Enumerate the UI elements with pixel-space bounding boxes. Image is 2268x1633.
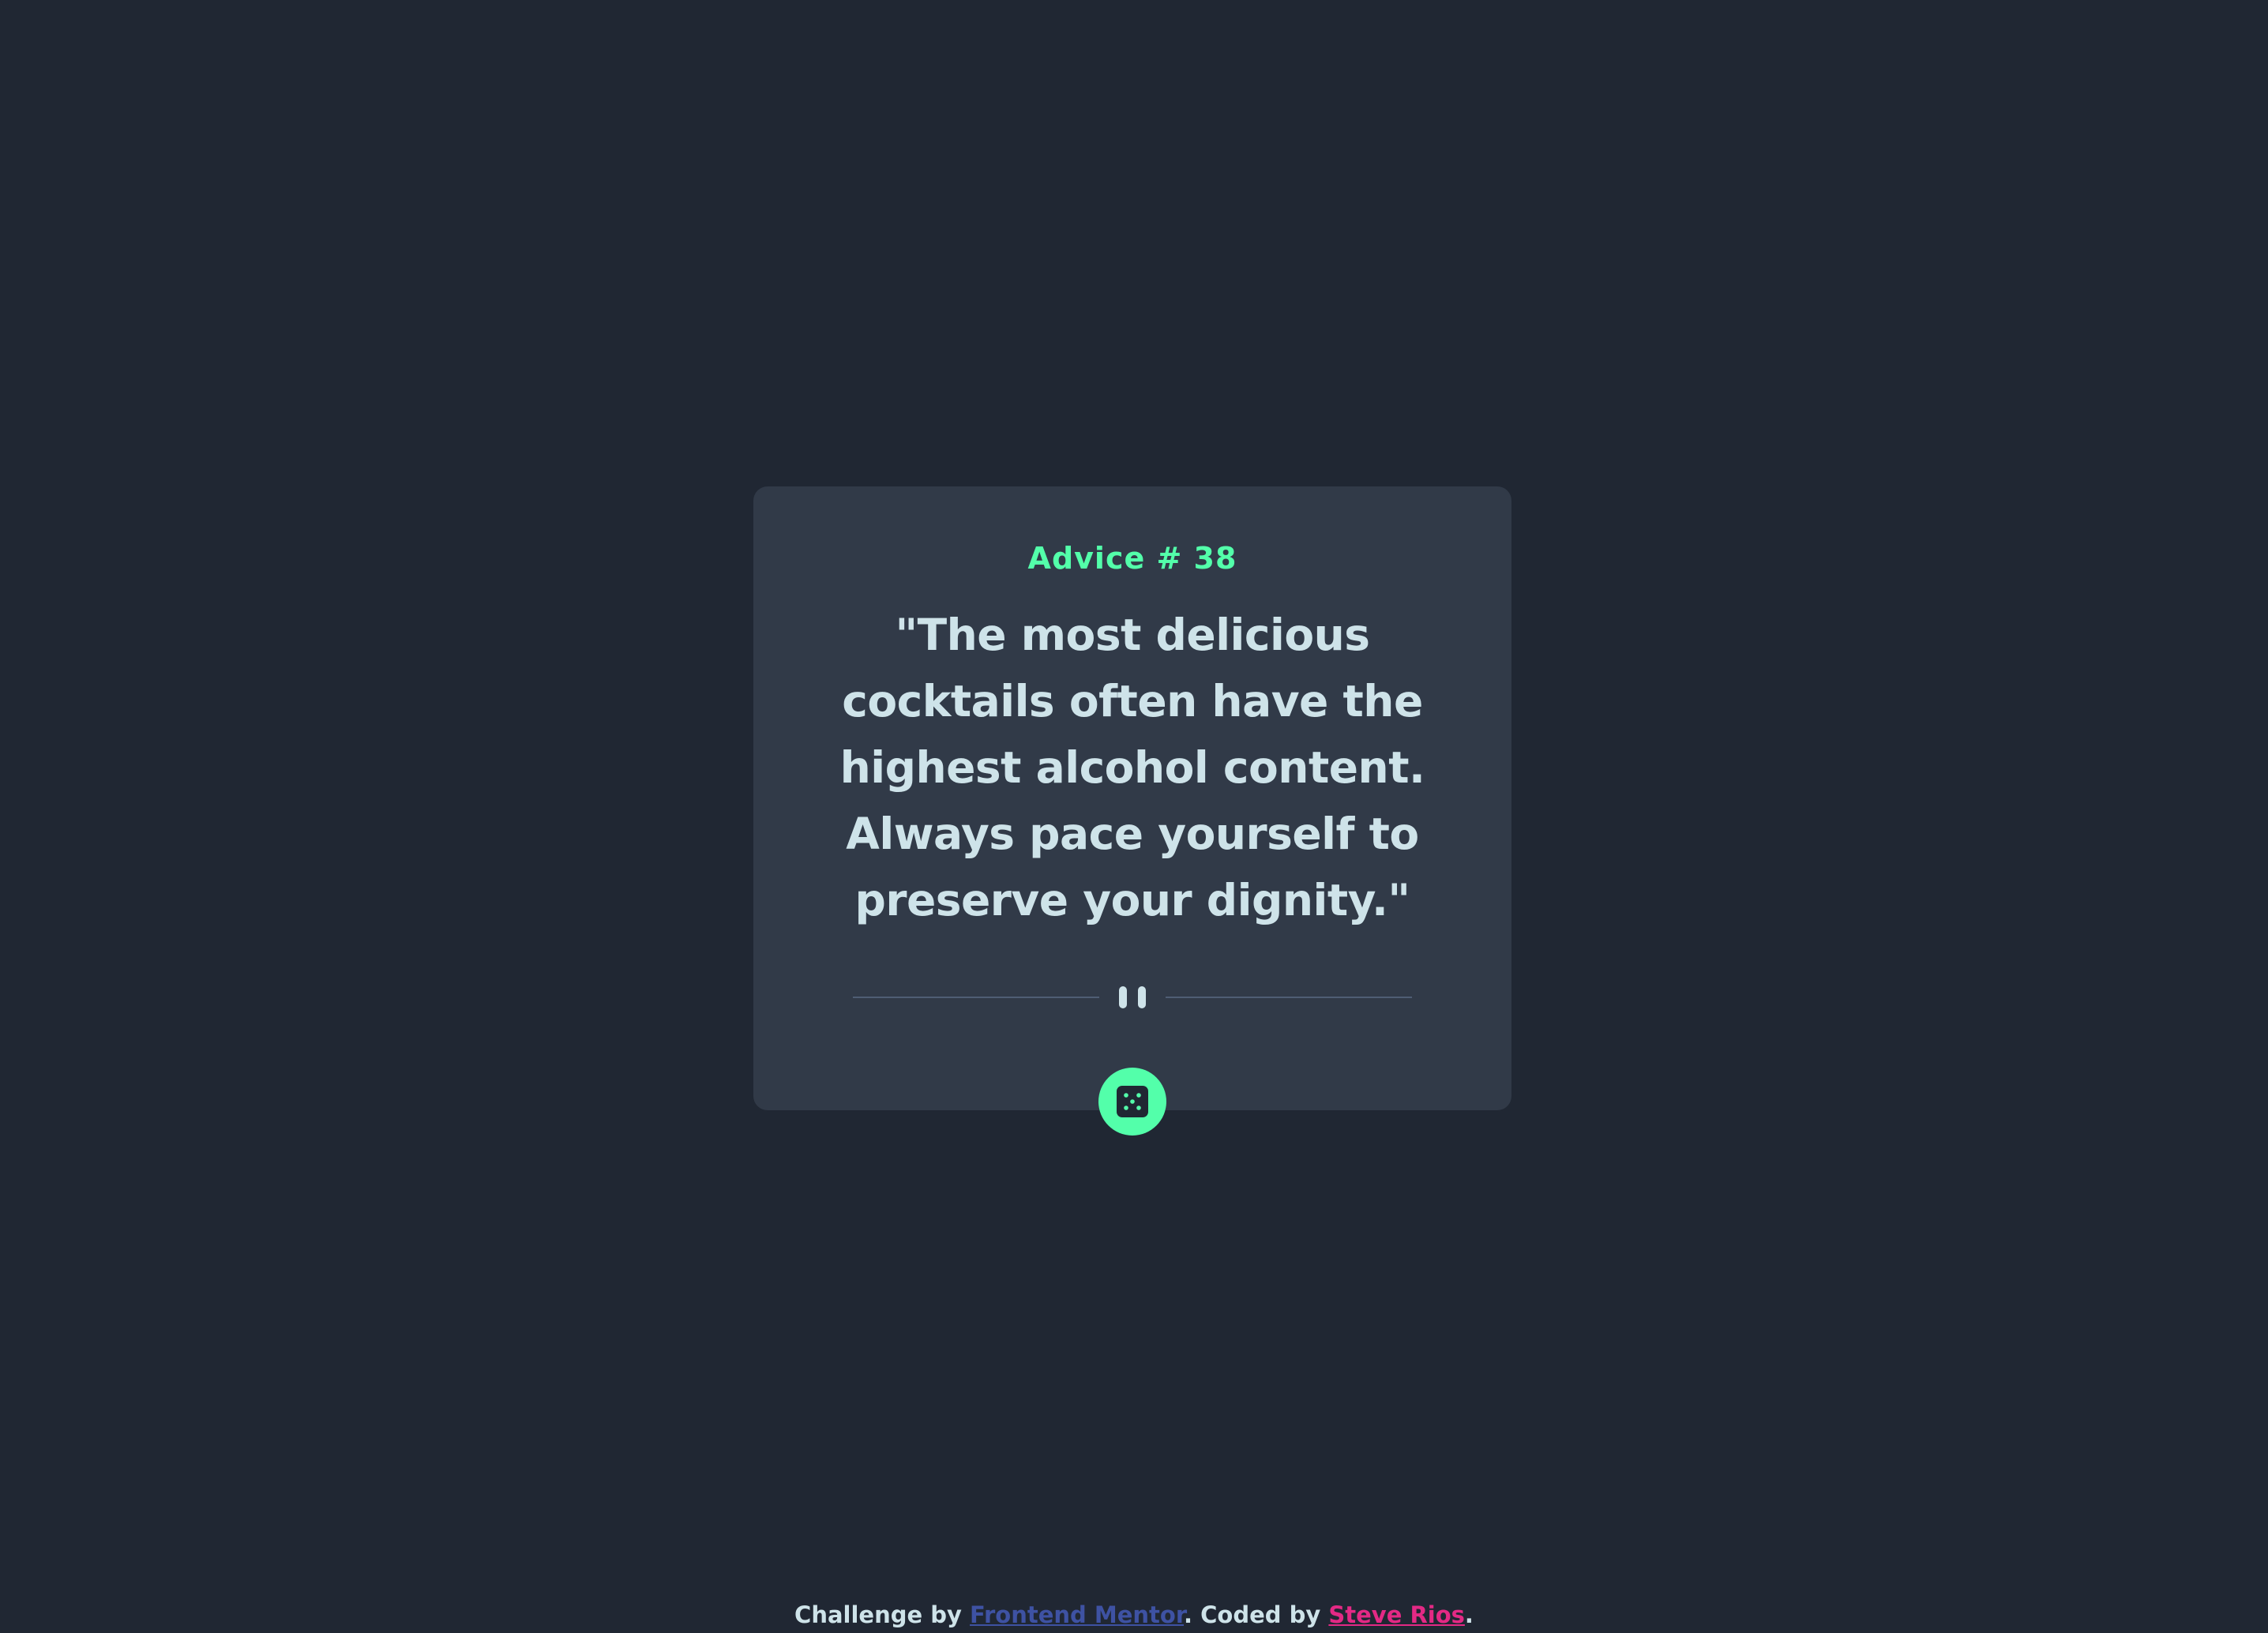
attribution-middle: . Coded by	[1184, 1601, 1329, 1628]
pause-quote-icon	[1119, 986, 1146, 1008]
dice-icon	[1117, 1086, 1148, 1117]
attribution-prefix: Challenge by	[794, 1601, 971, 1628]
advice-number: Advice # 38	[1027, 541, 1237, 576]
page: Advice # 38 "The most delicious cocktail…	[0, 0, 2268, 1633]
generate-advice-button[interactable]	[1098, 1068, 1166, 1136]
advice-quote: "The most delicious cocktails often have…	[839, 610, 1425, 925]
frontend-mentor-link[interactable]: Frontend Mentor	[970, 1601, 1184, 1628]
attribution-suffix: .	[1464, 1601, 1474, 1628]
pattern-divider	[853, 985, 1412, 1009]
author-link[interactable]: Steve Rios	[1328, 1601, 1465, 1628]
attribution-footer: Challenge by Frontend Mentor. Coded by S…	[0, 1601, 2268, 1629]
advice-card: Advice # 38 "The most delicious cocktail…	[753, 486, 1511, 1110]
